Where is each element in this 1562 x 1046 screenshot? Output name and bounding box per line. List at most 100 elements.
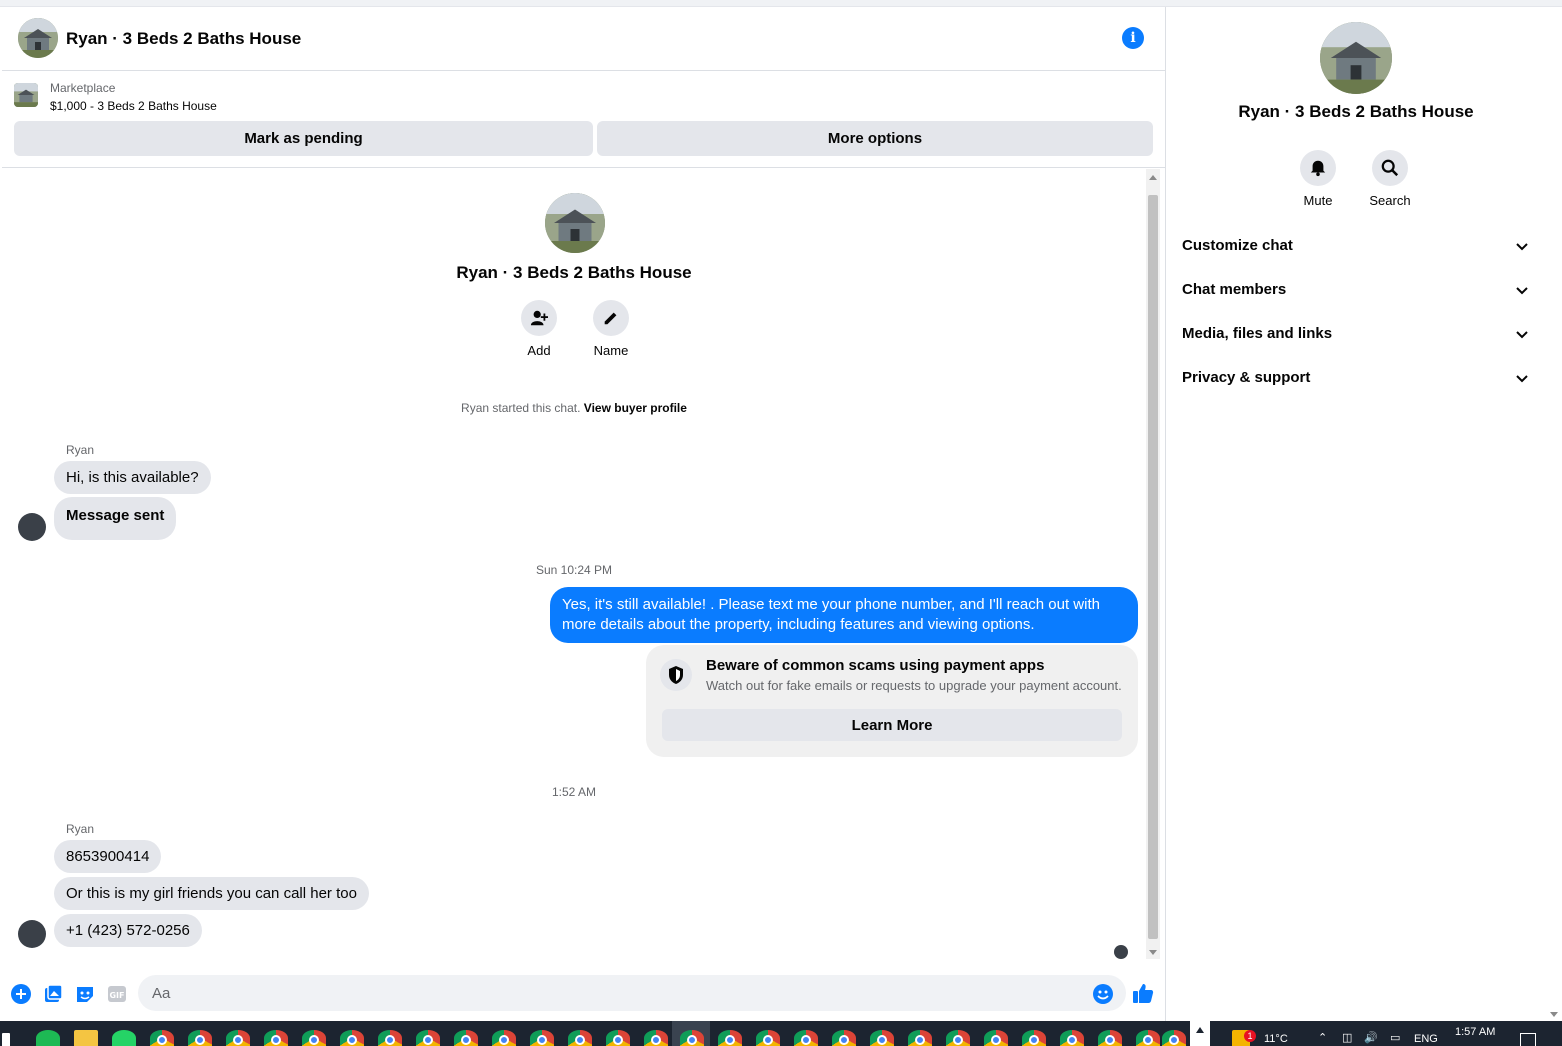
- chevron-up-icon[interactable]: ⌃: [1318, 1031, 1327, 1044]
- incoming-message[interactable]: Message sent: [54, 497, 177, 540]
- marketplace-label: Marketplace: [50, 81, 116, 95]
- chat-pane: Ryan · 3 Beds 2 Baths House i Marketplac…: [2, 7, 1166, 1021]
- add-people-action[interactable]: Add: [509, 300, 569, 358]
- scam-description: Watch out for fake emails or requests to…: [706, 678, 1122, 693]
- add-person-icon[interactable]: [521, 300, 557, 336]
- timestamp: Sun 10:24 PM: [535, 563, 613, 577]
- listing-title[interactable]: $1,000 - 3 Beds 2 Baths House: [50, 99, 217, 113]
- side-avatar[interactable]: [1320, 22, 1392, 94]
- sender-avatar[interactable]: [18, 513, 46, 541]
- chrome-icon[interactable]: [606, 1030, 630, 1046]
- notifications-icon[interactable]: [1520, 1033, 1536, 1046]
- scroll-up-arrow-icon[interactable]: [1149, 175, 1157, 180]
- chrome-icon[interactable]: [188, 1030, 212, 1046]
- chrome-icon[interactable]: [416, 1030, 440, 1046]
- sender-avatar[interactable]: [18, 920, 46, 948]
- more-options-button[interactable]: More options: [597, 121, 1153, 156]
- chrome-icon[interactable]: [832, 1030, 856, 1046]
- chevron-down-icon: [1512, 369, 1532, 389]
- row-label: Privacy & support: [1182, 369, 1311, 386]
- pencil-icon[interactable]: [593, 300, 629, 336]
- chrome-icon[interactable]: [1022, 1030, 1046, 1046]
- incoming-message[interactable]: Or this is my girl friends you can call …: [54, 877, 369, 910]
- chrome-icon[interactable]: [492, 1030, 516, 1046]
- plus-icon[interactable]: [10, 983, 32, 1005]
- shield-icon: [660, 659, 692, 691]
- chrome-icon[interactable]: [530, 1030, 554, 1046]
- chrome-icon[interactable]: [1060, 1030, 1084, 1046]
- chrome-icon[interactable]: [680, 1030, 704, 1046]
- profile-avatar[interactable]: [545, 193, 605, 253]
- media-files-links-row[interactable]: Media, files and links: [1166, 313, 1546, 357]
- chat-avatar[interactable]: [18, 18, 58, 58]
- network-icon[interactable]: ◫: [1342, 1031, 1352, 1044]
- photo-icon[interactable]: [42, 983, 64, 1005]
- search-label: Search: [1369, 193, 1411, 208]
- sender-name: Ryan: [66, 822, 95, 836]
- mark-as-pending-button[interactable]: Mark as pending: [14, 121, 593, 156]
- customize-chat-row[interactable]: Customize chat: [1166, 225, 1546, 269]
- chat-title[interactable]: Ryan · 3 Beds 2 Baths House: [66, 29, 301, 49]
- file-explorer-icon[interactable]: [74, 1030, 98, 1046]
- message-input[interactable]: [138, 975, 1126, 1011]
- volume-icon[interactable]: 🔊: [1364, 1031, 1378, 1044]
- chevron-down-icon: [1512, 237, 1532, 257]
- scroll-down-arrow-icon[interactable]: [1550, 1012, 1558, 1017]
- chat-members-row[interactable]: Chat members: [1166, 269, 1546, 313]
- chrome-icon[interactable]: [454, 1030, 478, 1046]
- chrome-icon[interactable]: [644, 1030, 668, 1046]
- learn-more-button[interactable]: Learn More: [662, 709, 1122, 741]
- chat-scrollbar[interactable]: [1146, 169, 1160, 959]
- caret-up-icon[interactable]: [1196, 1027, 1204, 1033]
- language-indicator[interactable]: ENG: [1414, 1033, 1438, 1045]
- scroll-down-arrow-icon[interactable]: [1149, 950, 1157, 955]
- chevron-down-icon: [1512, 325, 1532, 345]
- row-label: Chat members: [1182, 281, 1287, 298]
- chrome-icon[interactable]: [302, 1030, 326, 1046]
- conversation-details-panel: Ryan · 3 Beds 2 Baths House Mute Search …: [1166, 7, 1546, 1021]
- emoji-icon[interactable]: [1092, 983, 1114, 1005]
- thumbs-up-icon[interactable]: [1131, 981, 1155, 1005]
- chrome-icon[interactable]: [1136, 1030, 1160, 1046]
- incoming-message[interactable]: 8653900414: [54, 840, 162, 873]
- privacy-support-row[interactable]: Privacy & support: [1166, 357, 1546, 401]
- chrome-icon[interactable]: [756, 1030, 780, 1046]
- search-icon[interactable]: [1372, 150, 1408, 186]
- chrome-icon[interactable]: [340, 1030, 364, 1046]
- display-icon[interactable]: ▭: [1390, 1031, 1400, 1044]
- taskbar-overflow-area: [1190, 1021, 1210, 1046]
- chrome-icon[interactable]: [984, 1030, 1008, 1046]
- task-view-icon[interactable]: [2, 1033, 10, 1046]
- chat-header: Ryan · 3 Beds 2 Baths House i: [2, 7, 1166, 71]
- incoming-message[interactable]: Hi, is this available?: [54, 461, 211, 494]
- name-action[interactable]: Name: [581, 300, 641, 358]
- search-action[interactable]: Search: [1354, 150, 1426, 208]
- chrome-icon[interactable]: [264, 1030, 288, 1046]
- chrome-icon[interactable]: [718, 1030, 742, 1046]
- bell-icon[interactable]: [1300, 150, 1336, 186]
- incoming-message[interactable]: +1 (423) 572-0256: [54, 914, 202, 947]
- chrome-icon[interactable]: [1162, 1030, 1186, 1046]
- spotify-icon[interactable]: [36, 1030, 60, 1046]
- mute-action[interactable]: Mute: [1282, 150, 1354, 208]
- chrome-icon[interactable]: [568, 1030, 592, 1046]
- view-buyer-profile-link[interactable]: View buyer profile: [584, 401, 687, 415]
- gif-icon[interactable]: GIF: [106, 983, 128, 1005]
- chrome-icon[interactable]: [378, 1030, 402, 1046]
- chrome-icon[interactable]: [946, 1030, 970, 1046]
- system-clock[interactable]: 1:57 AM: [1455, 1026, 1495, 1038]
- whatsapp-icon[interactable]: [112, 1030, 136, 1046]
- scroll-thumb[interactable]: [1148, 195, 1158, 939]
- chrome-icon[interactable]: [226, 1030, 250, 1046]
- chrome-icon[interactable]: [908, 1030, 932, 1046]
- info-icon[interactable]: i: [1122, 27, 1144, 49]
- weather-temperature[interactable]: 11°C: [1264, 1033, 1288, 1045]
- chrome-icon[interactable]: [794, 1030, 818, 1046]
- chrome-icon[interactable]: [150, 1030, 174, 1046]
- listing-thumbnail[interactable]: [14, 83, 38, 107]
- chrome-icon[interactable]: [1098, 1030, 1122, 1046]
- side-scrollbar[interactable]: [1546, 7, 1562, 1021]
- chrome-icon[interactable]: [870, 1030, 894, 1046]
- sticker-icon[interactable]: [74, 983, 96, 1005]
- outgoing-message[interactable]: Yes, it's still available! . Please text…: [550, 587, 1138, 643]
